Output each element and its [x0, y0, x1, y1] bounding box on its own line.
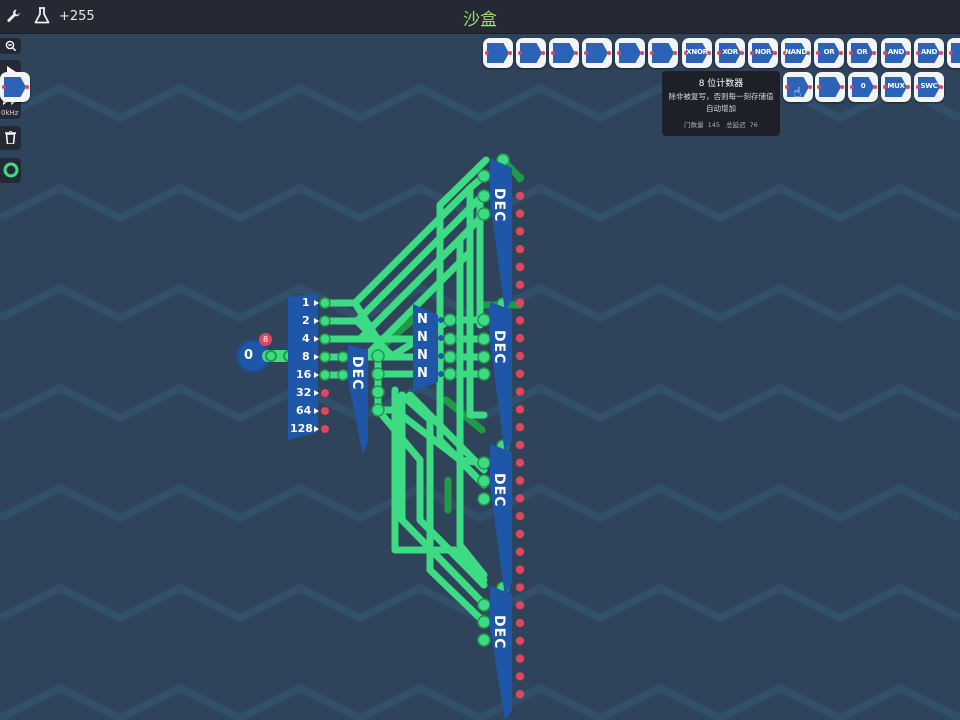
decoder-2-label: DEC: [491, 330, 507, 365]
input-label-128: 128: [290, 422, 313, 435]
green-wires: [321, 156, 490, 626]
bit-width-badge: 8: [259, 333, 272, 346]
output-pin[interactable]: [515, 387, 525, 396]
input-label-1: 1: [302, 296, 310, 309]
gate-count-value: 145: [707, 121, 721, 129]
output-pin[interactable]: [515, 565, 525, 574]
input-label-16: 16: [296, 368, 312, 381]
output-pin[interactable]: [515, 280, 525, 289]
output-pin[interactable]: [515, 529, 525, 539]
input-label-2: 2: [302, 314, 310, 327]
input-label-64: 64: [296, 404, 312, 417]
counter-value: 0: [244, 348, 254, 363]
not-gate-label-1: N: [417, 312, 428, 327]
output-pin[interactable]: [515, 369, 525, 378]
decoder-output-pins[interactable]: [515, 173, 525, 699]
output-pin[interactable]: [515, 298, 525, 307]
delay-label: 总延迟: [726, 121, 746, 129]
output-pin[interactable]: [515, 601, 525, 610]
circuit-canvas[interactable]: [0, 0, 960, 720]
output-pin[interactable]: [515, 636, 525, 645]
output-pin[interactable]: [515, 227, 525, 236]
output-pin[interactable]: [515, 458, 525, 467]
output-pin[interactable]: [515, 334, 525, 343]
tooltip-line-2: 自动增加: [706, 104, 736, 113]
output-pin[interactable]: [515, 494, 525, 503]
output-pin[interactable]: [515, 618, 525, 628]
output-pin[interactable]: [515, 351, 525, 361]
delay-value: 76: [749, 121, 758, 129]
input-label-4: 4: [302, 332, 310, 345]
not-gate-label-2: N: [417, 330, 428, 345]
component-tooltip: 8 位计数器 除非被复写，否则每一刻存储值 自动增加 门数量 145 总延迟 76: [662, 71, 780, 136]
output-pin[interactable]: [515, 512, 525, 521]
output-pin[interactable]: [515, 245, 525, 254]
not-gate-label-3: N: [417, 348, 428, 363]
output-pin[interactable]: [515, 316, 525, 325]
output-pin[interactable]: [515, 654, 525, 663]
decoder-1-label: DEC: [491, 188, 507, 223]
output-pin[interactable]: [515, 405, 525, 414]
decoder-3-label: DEC: [491, 473, 507, 508]
tooltip-line-1: 除非被复写，否则每一刻存储值: [668, 92, 774, 101]
output-pin[interactable]: [515, 476, 525, 485]
output-pin[interactable]: [515, 583, 525, 592]
output-pin[interactable]: [515, 440, 525, 450]
output-pin[interactable]: [515, 209, 525, 218]
gate-count-label: 门数量: [684, 121, 704, 129]
output-pin[interactable]: [515, 672, 525, 681]
input-label-32: 32: [296, 386, 312, 399]
output-pin[interactable]: [515, 262, 525, 272]
output-pin[interactable]: [515, 690, 525, 699]
input-label-8: 8: [302, 350, 310, 363]
tooltip-title: 8 位计数器: [698, 79, 744, 89]
output-pin[interactable]: [515, 547, 525, 556]
output-pin[interactable]: [515, 191, 525, 200]
decoder-small-label: DEC: [349, 356, 365, 391]
not-gate-label-4: N: [417, 366, 428, 381]
output-pin[interactable]: [515, 173, 525, 183]
output-pin[interactable]: [515, 423, 525, 432]
decoder-4-label: DEC: [491, 615, 507, 650]
